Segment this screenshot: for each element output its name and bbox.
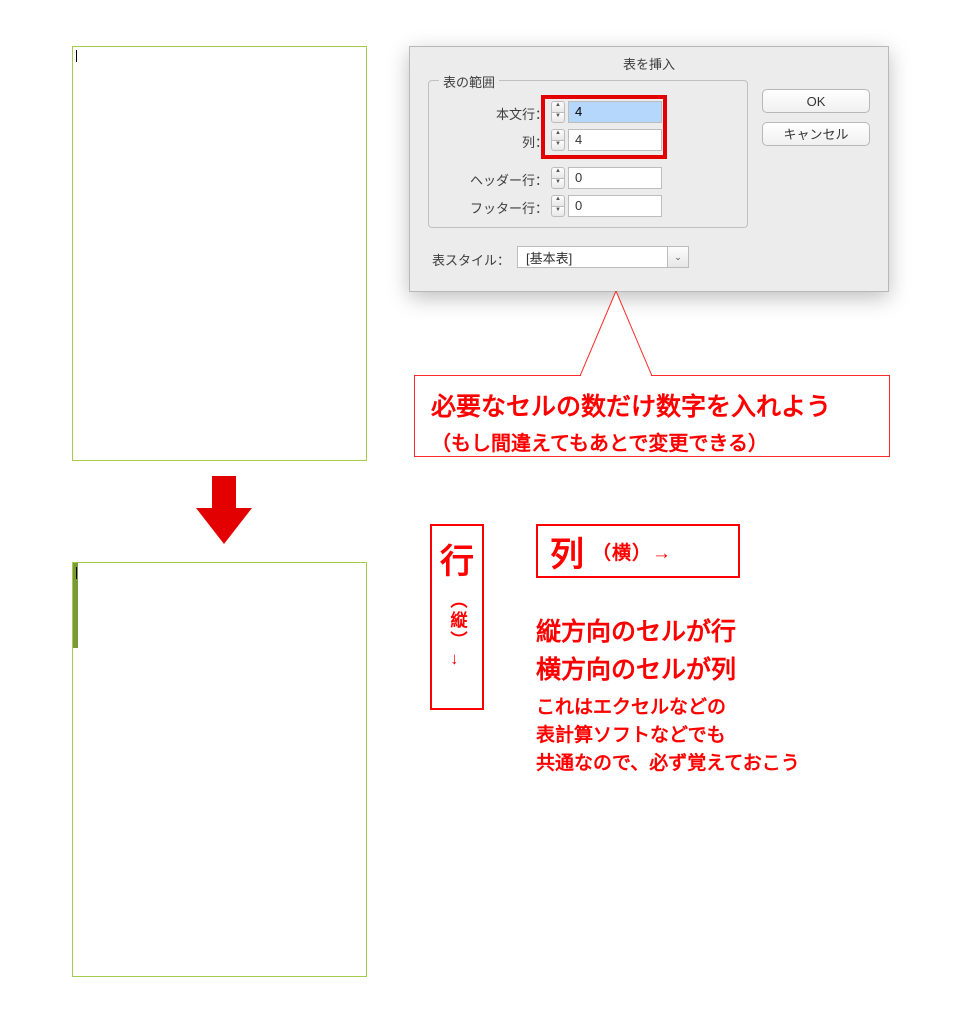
column-direction: （横）→ bbox=[592, 538, 672, 565]
column-kanji: 列 bbox=[550, 527, 584, 576]
row-kanji: 行 bbox=[432, 534, 482, 583]
table-row bbox=[74, 606, 78, 627]
callout-pointer-icon bbox=[576, 291, 656, 377]
text-cursor-icon bbox=[76, 50, 77, 62]
chevron-up-icon[interactable]: ▲ bbox=[551, 129, 565, 140]
header-rows-label: ヘッダー行： bbox=[470, 170, 548, 189]
fieldset-legend: 表の範囲 bbox=[439, 72, 499, 91]
body-rows-stepper[interactable]: ▲ ▼ bbox=[551, 101, 565, 123]
arrow-down-icon bbox=[196, 476, 252, 544]
explain-line-3: これはエクセルなどの bbox=[536, 692, 726, 719]
chevron-up-icon[interactable]: ▲ bbox=[551, 101, 565, 112]
footer-rows-label: フッター行： bbox=[470, 198, 548, 217]
chevron-down-icon[interactable]: ▼ bbox=[551, 112, 565, 124]
columns-label: 列： bbox=[522, 132, 548, 151]
callout-annotation: 必要なセルの数だけ数字を入れよう （もし間違えてもあとで変更できる） bbox=[414, 375, 890, 457]
row-legend-box: 行 （縦）→ bbox=[430, 524, 484, 710]
callout-text-sub: （もし間違えてもあとで変更できる） bbox=[431, 427, 879, 456]
ok-button[interactable]: OK bbox=[762, 89, 870, 113]
table-row bbox=[74, 627, 78, 648]
text-cursor-icon bbox=[76, 567, 77, 579]
body-rows-label: 本文行： bbox=[496, 104, 548, 123]
insert-table-dialog: 表を挿入 表の範囲 本文行： ▲ ▼ 4 列： ▲ ▼ 4 ヘッダー行： ▲ bbox=[409, 46, 889, 292]
dropdown-chevron-icon[interactable]: ⌄ bbox=[667, 247, 688, 267]
columns-stepper[interactable]: ▲ ▼ bbox=[551, 129, 565, 151]
chevron-down-icon[interactable]: ▼ bbox=[551, 206, 565, 218]
table-style-select[interactable]: [基本表] ⌄ bbox=[517, 246, 689, 268]
explain-line-1: 縦方向のセルが行 bbox=[536, 612, 736, 648]
table-range-fieldset: 表の範囲 本文行： ▲ ▼ 4 列： ▲ ▼ 4 ヘッダー行： ▲ ▼ bbox=[428, 80, 748, 228]
callout-text-main: 必要なセルの数だけ数字を入れよう bbox=[431, 387, 879, 423]
body-rows-input[interactable]: 4 bbox=[568, 101, 662, 123]
table-style-value: [基本表] bbox=[518, 248, 667, 267]
footer-rows-input[interactable]: 0 bbox=[568, 195, 662, 217]
callout-border-mask bbox=[581, 375, 651, 377]
text-frame-before bbox=[72, 46, 367, 461]
header-rows-stepper[interactable]: ▲ ▼ bbox=[551, 167, 565, 189]
row-direction: （縦）→ bbox=[445, 591, 470, 671]
chevron-up-icon[interactable]: ▲ bbox=[551, 167, 565, 178]
cancel-button[interactable]: キャンセル bbox=[762, 122, 870, 146]
header-rows-input[interactable]: 0 bbox=[568, 167, 662, 189]
columns-input[interactable]: 4 bbox=[568, 129, 662, 151]
chevron-down-icon[interactable]: ▼ bbox=[551, 178, 565, 190]
chevron-down-icon[interactable]: ▼ bbox=[551, 140, 565, 152]
text-frame-after bbox=[72, 562, 367, 977]
explain-line-2: 横方向のセルが列 bbox=[536, 650, 736, 686]
explain-line-5: 共通なので、必ず覚えておこう bbox=[536, 748, 800, 775]
table-style-label: 表スタイル： bbox=[432, 250, 510, 269]
table-row bbox=[74, 585, 78, 606]
chevron-up-icon[interactable]: ▲ bbox=[551, 195, 565, 206]
footer-rows-stepper[interactable]: ▲ ▼ bbox=[551, 195, 565, 217]
column-legend-box: 列 （横）→ bbox=[536, 524, 740, 578]
explain-line-4: 表計算ソフトなどでも bbox=[536, 720, 726, 747]
